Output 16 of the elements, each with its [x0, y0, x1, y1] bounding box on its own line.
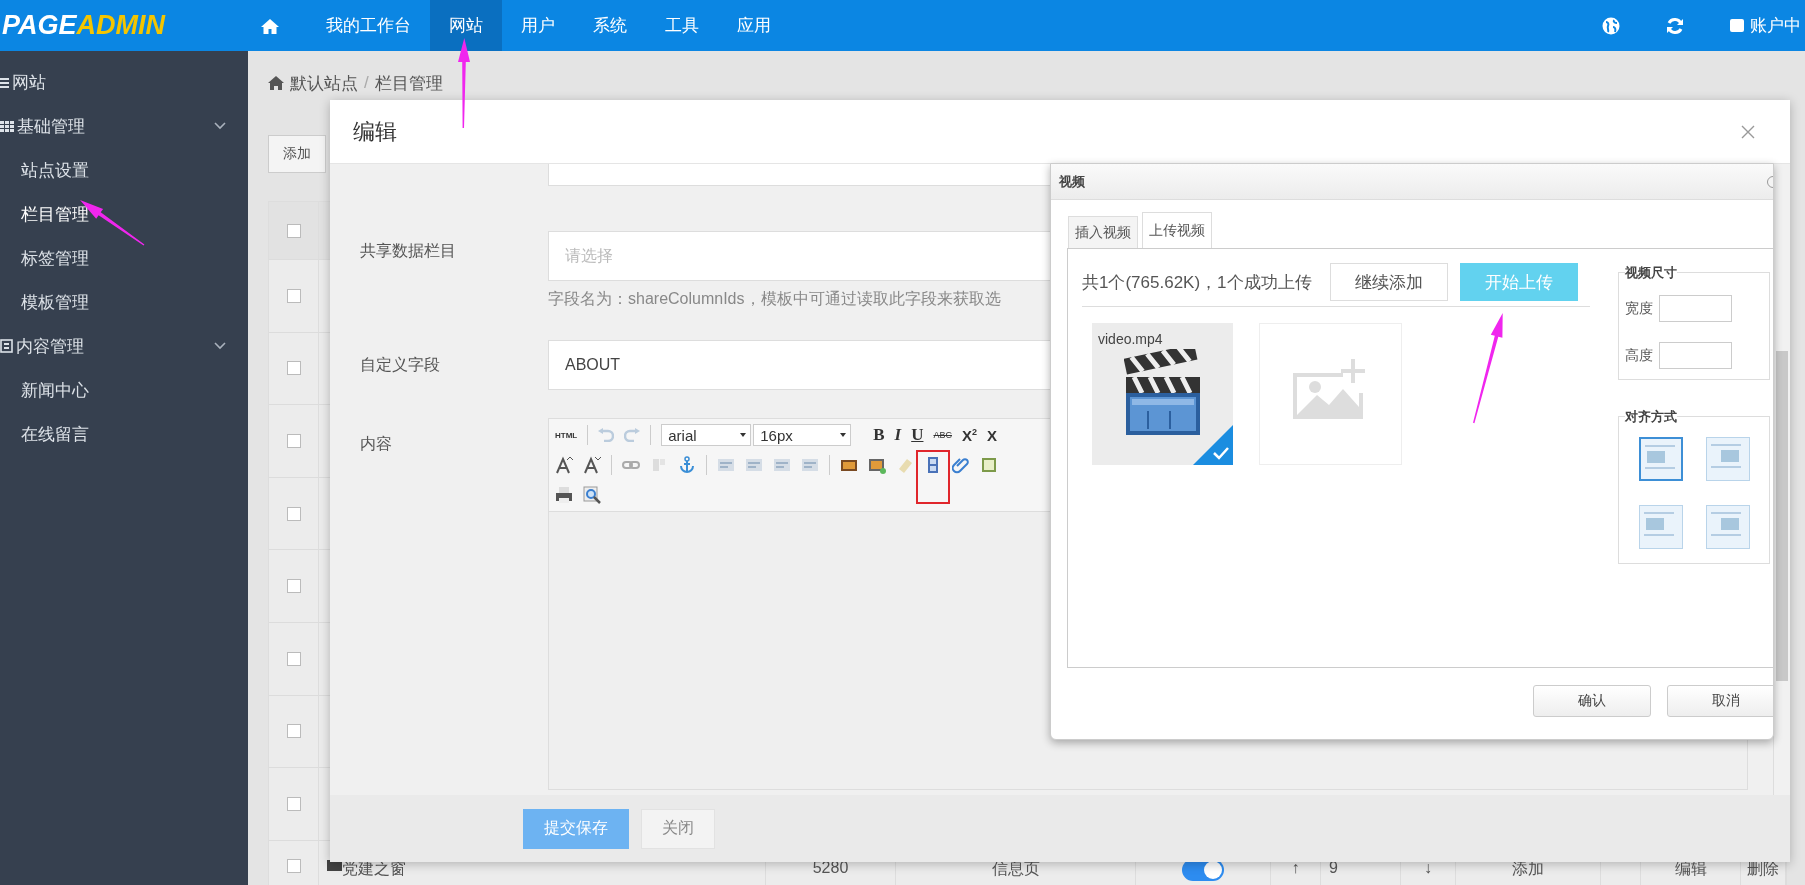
field-label: 自定义字段 [360, 354, 441, 375]
upload-status: 共1个(765.62K)，1个成功上传 [1082, 271, 1312, 294]
file-name: video.mp4 [1098, 331, 1163, 347]
sidebar-section: 网站 [12, 70, 46, 94]
field-label: 共享数据栏目 [360, 241, 457, 261]
panel-title: 对齐方式 [1625, 408, 1677, 426]
table-cell-text: 党建之窗 [342, 858, 406, 879]
field-label: 内容 [360, 434, 393, 454]
field-label: 宽度 [1625, 299, 1653, 318]
field-label: 高度 [1625, 346, 1653, 365]
panel-title: 视频尺寸 [1625, 264, 1677, 282]
breadcrumb-separator: / [364, 73, 369, 93]
help-text: 字段名为：shareColumnIds，模板中可通过读取此字段来获取选 [548, 289, 1001, 309]
table-cell-text: 信息页 [991, 858, 1040, 879]
dialog-title: 视频 [1059, 172, 1085, 191]
dialog-title: 编辑 [353, 117, 397, 146]
